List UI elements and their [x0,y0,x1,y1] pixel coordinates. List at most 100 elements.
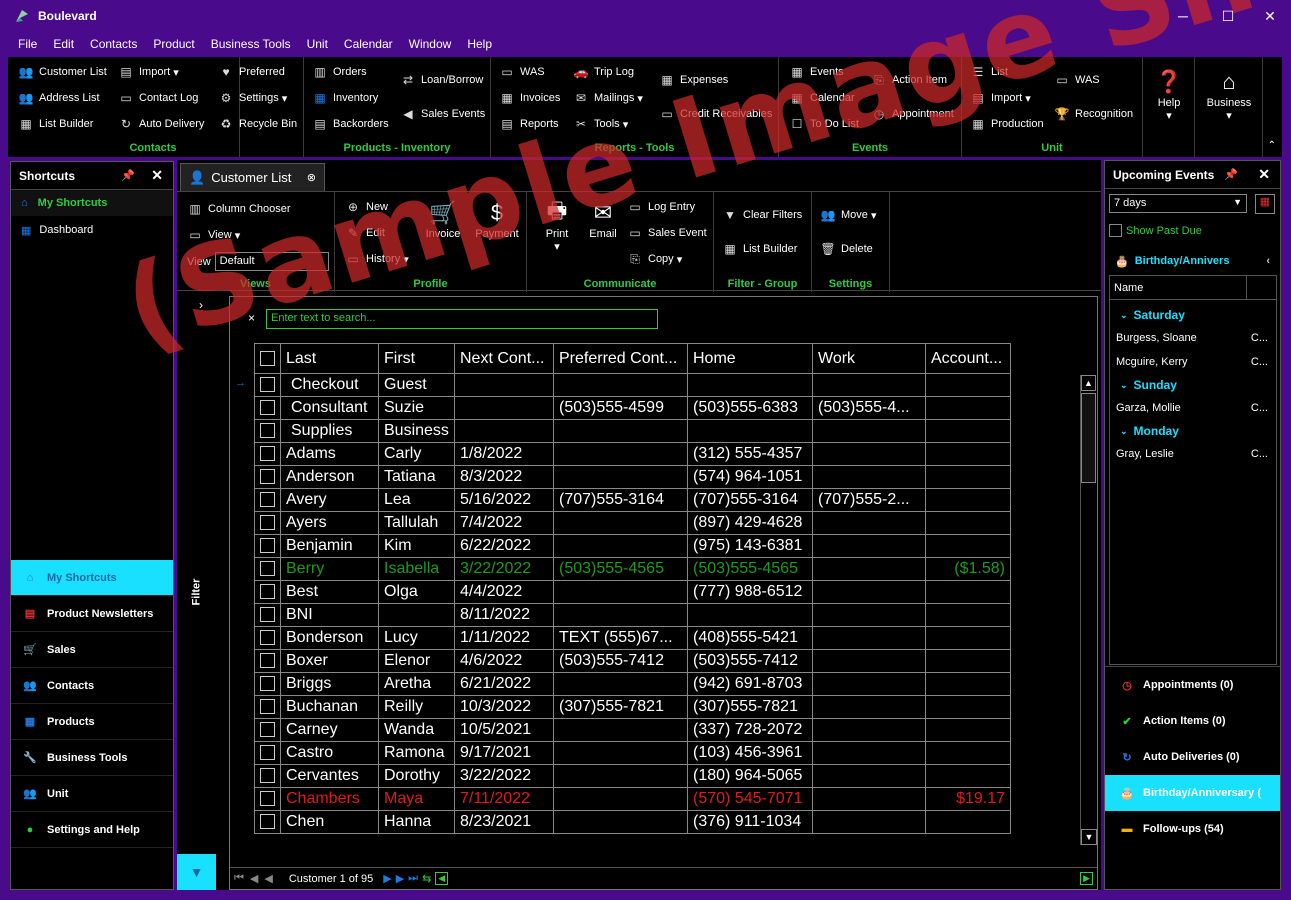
view-dropdown-button[interactable]: ▭ View ▾ [187,228,240,242]
pager-options-icon[interactable]: ⇆ [422,872,431,885]
copy-button[interactable]: ⎘ Copy ▾ [627,252,682,266]
nav-business-tools[interactable]: 🔧 Business Tools [11,740,173,776]
col-last[interactable]: Last [280,343,379,374]
action-item-button[interactable]: ⎘ Action Item [871,73,947,87]
edit-button[interactable]: ✎ Edit [345,226,385,240]
history-button[interactable]: ▭ History ▾ [345,252,408,266]
events-button[interactable]: ▦ Events [789,65,843,79]
nav-sales[interactable]: 🛒 Sales [11,632,173,668]
row-checkbox[interactable] [254,534,281,558]
event-row[interactable]: Garza, Mollie C... [1110,396,1276,420]
preferred-button[interactable]: ♥ Preferred [218,65,284,79]
table-row[interactable]: Bonderson Lucy 1/11/2022 TEXT (555)67... (40… [254,626,1011,650]
row-checkbox[interactable] [254,396,281,420]
menu-contacts[interactable]: Contacts [82,37,145,51]
row-checkbox[interactable] [254,603,281,627]
menu-edit[interactable]: Edit [45,37,82,51]
help-button[interactable]: ❓ Help ▾ [1143,67,1195,122]
mailings-button[interactable]: ✉ Mailings ▾ [573,91,643,105]
table-row[interactable]: Carney Wanda 10/5/2021 (337) 728-2072 [254,718,1011,742]
scroll-down-icon[interactable]: ▼ [1081,829,1097,845]
table-row[interactable]: Ayers Tallulah 7/4/2022 (897) 429-4628 [254,511,1011,535]
nav-settings-and-help[interactable]: ● Settings and Help [11,812,173,848]
tools-button[interactable]: ✂ Tools ▾ [573,117,628,131]
appointment-button[interactable]: ◷ Appointment [871,107,954,121]
prev-page-icon[interactable]: ◀ [250,872,258,885]
scroll-thumb[interactable] [1081,393,1096,483]
import-button[interactable]: ▤ Import ▾ [118,65,178,79]
nav-products[interactable]: ▦ Products [11,704,173,740]
print-button[interactable]: 🖶 Print ▾ [535,198,579,253]
menu-window[interactable]: Window [401,37,460,51]
row-checkbox[interactable] [254,580,281,604]
contact-log-button[interactable]: ▭ Contact Log [118,91,198,105]
action-items-item[interactable]: ✔ Action Items (0) [1105,703,1280,739]
collapse-icon[interactable]: ‹ [1266,255,1270,267]
minimize-button[interactable]: ─ [1160,0,1206,32]
column-chooser-button[interactable]: ▥ Column Chooser [187,202,290,216]
table-row[interactable]: Consultant Suzie (503)555-4599 (503)555-638… [254,396,1011,420]
row-checkbox[interactable] [254,488,281,512]
settings-button[interactable]: ⚙ Settings ▾ [218,91,288,105]
scroll-right-icon[interactable]: ▶ [1080,872,1093,885]
row-checkbox[interactable] [254,373,281,397]
to-do-list-button[interactable]: ☐ To Do List [789,117,859,131]
col-work[interactable]: Work [812,343,926,374]
col-next-contact[interactable]: Next Cont... [454,343,554,374]
event-day-monday[interactable]: ⌄ Monday [1110,420,1276,442]
dashboard-item[interactable]: ▦ Dashboard [11,216,173,244]
filter-list-builder-button[interactable]: ▦ List Builder [722,242,797,256]
table-row[interactable]: Briggs Aretha 6/21/2022 (942) 691-8703 [254,672,1011,696]
close-icon[interactable]: ✕ [151,167,163,184]
collapse-ribbon-icon[interactable]: ⌃ [1268,140,1276,151]
row-checkbox[interactable] [254,787,281,811]
select-all-checkbox[interactable] [254,343,281,374]
business-button[interactable]: ⌂ Business ▾ [1195,67,1263,122]
credit-receivables-button[interactable]: ▭ Credit Receivables [659,107,772,121]
auto-delivery-button[interactable]: ↻ Auto Delivery [118,117,204,131]
table-row[interactable]: Cervantes Dorothy 3/22/2022 (180) 964-5065 [254,764,1011,788]
address-list-button[interactable]: 👥 Address List [18,91,100,105]
row-checkbox[interactable] [254,442,281,466]
inventory-button[interactable]: ▦ Inventory [312,91,378,105]
menu-calendar[interactable]: Calendar [336,37,401,51]
col-home[interactable]: Home [687,343,813,374]
loan-borrow-button[interactable]: ⇄ Loan/Borrow [400,73,483,87]
delete-button[interactable]: 🗑 Delete [820,242,872,256]
invoice-button[interactable]: 🛒 Invoice [421,198,465,240]
table-row[interactable]: Adams Carly 1/8/2022 (312) 555-4357 [254,442,1011,466]
row-checkbox[interactable] [254,626,281,650]
next-record-icon[interactable]: ▶ [383,872,391,885]
scroll-left-icon[interactable]: ◀ [435,872,449,885]
table-row[interactable]: BNI 8/11/2022 [254,603,1011,627]
close-icon[interactable]: ✕ [1258,166,1270,183]
appointments-item[interactable]: ◷ Appointments (0) [1105,667,1280,703]
table-row[interactable]: Castro Ramona 9/17/2021 (103) 456-3961 [254,741,1011,765]
row-checkbox[interactable] [254,764,281,788]
row-checkbox[interactable] [254,741,281,765]
clear-filters-button[interactable]: ▼ Clear Filters [722,208,802,222]
table-row[interactable]: Supplies Business [254,419,1011,443]
col-first[interactable]: First [378,343,455,374]
close-button[interactable]: ✕ [1247,0,1291,32]
col-account[interactable]: Account... [925,343,1011,374]
table-row[interactable]: Boxer Elenor 4/6/2022 (503)555-7412 (503)555… [254,649,1011,673]
table-row[interactable]: Checkout Guest [254,373,1011,397]
calendar-button[interactable]: ▦ Calendar [789,91,854,105]
row-checkbox[interactable] [254,557,281,581]
pin-icon[interactable]: 📌 [1224,168,1238,181]
range-dropdown[interactable]: 7 days ▼ [1109,194,1247,213]
customer-list-button[interactable]: 👥 Customer List [18,65,107,79]
orders-button[interactable]: ▥ Orders [312,65,366,79]
prev-record-icon[interactable]: ◀ [264,872,272,885]
menu-product[interactable]: Product [145,37,202,51]
table-row[interactable]: Buchanan Reilly 10/3/2022 (307)555-7821 (307… [254,695,1011,719]
filter-funnel-icon[interactable]: ▼ [177,854,216,890]
auto-deliveries-item[interactable]: ↻ Auto Deliveries (0) [1105,739,1280,775]
nav-contacts[interactable]: 👥 Contacts [11,668,173,704]
search-input[interactable]: Enter text to search... [266,309,658,329]
row-checkbox[interactable] [254,672,281,696]
move-button[interactable]: 👥 Move ▾ [820,208,877,222]
menu-file[interactable]: File [10,37,45,51]
production-button[interactable]: ▦ Production [970,117,1043,131]
